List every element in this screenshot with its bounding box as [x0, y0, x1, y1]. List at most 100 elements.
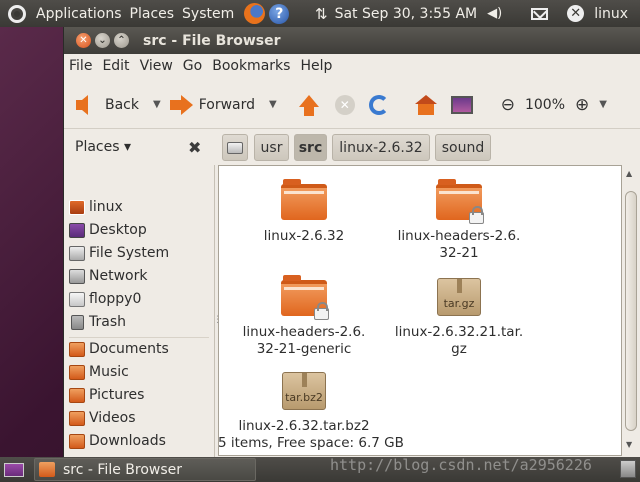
menu-view[interactable]: View [135, 58, 178, 74]
file-name: linux-headers-2.6. [242, 324, 366, 340]
videos-folder-icon [69, 410, 85, 426]
zoom-out-icon[interactable]: ⊖ [501, 95, 515, 115]
volume-icon[interactable]: ◀) [487, 6, 502, 21]
network-icon [69, 268, 85, 284]
folder-icon [281, 275, 329, 320]
window-maximize-button[interactable]: ⌃ [114, 33, 129, 48]
taskbar-window-button[interactable]: src - File Browser [34, 458, 256, 481]
mail-icon[interactable] [531, 7, 549, 20]
vertical-scrollbar[interactable]: ▲ ▼ [623, 165, 639, 457]
filesystem-icon [69, 245, 85, 261]
sidebar-item-label: Network [89, 268, 148, 284]
file-name: linux-2.6.32.21.tar. [394, 324, 524, 340]
file-item-linux-headers-2.6.32-21-generic[interactable]: linux-headers-2.6. 32-21-generic [229, 275, 379, 358]
window-titlebar[interactable]: ✕ ⌄ ⌃ src - File Browser [64, 27, 640, 54]
breadcrumb-sound[interactable]: sound [435, 134, 491, 161]
sidebar-item-pictures[interactable]: Pictures [69, 385, 144, 405]
file-item-linux-2.6.32[interactable]: linux-2.6.32 [229, 179, 379, 245]
file-browser-window: ✕ ⌄ ⌃ src - File Browser File Edit View … [63, 27, 640, 457]
file-item-linux-headers-2.6.32-21[interactable]: linux-headers-2.6. 32-21 [384, 179, 534, 262]
system-menu[interactable]: System [178, 6, 238, 22]
window-close-button[interactable]: ✕ [76, 33, 91, 48]
watermark: http://blog.csdn.net/a2956226 [330, 456, 592, 474]
ubuntu-logo-icon[interactable] [8, 4, 26, 23]
menu-go[interactable]: Go [178, 58, 207, 74]
up-arrow-icon[interactable] [298, 94, 319, 116]
home-icon[interactable] [414, 94, 437, 115]
back-label: Back [105, 96, 139, 113]
breadcrumb-src[interactable]: src [294, 134, 327, 161]
home-folder-icon [69, 199, 85, 215]
firefox-icon[interactable] [244, 3, 266, 24]
scroll-down-icon[interactable]: ▼ [626, 440, 632, 449]
sidebar-item-linux[interactable]: linux [69, 197, 123, 217]
sidebar-item-label: Desktop [89, 222, 147, 238]
menu-bookmarks[interactable]: Bookmarks [207, 58, 295, 74]
zoom-dropdown-icon[interactable]: ▼ [599, 99, 607, 110]
file-icon-view[interactable]: linux-2.6.32 linux-headers-2.6. 32-21 li… [218, 165, 622, 456]
menu-help[interactable]: Help [295, 58, 337, 74]
folder-icon [281, 179, 327, 220]
close-sidebar-icon[interactable]: ✖ [188, 138, 201, 157]
breadcrumb-root-drive[interactable] [222, 134, 248, 161]
sidebar-item-documents[interactable]: Documents [69, 339, 169, 359]
status-bar: 5 items, Free space: 6.7 GB [218, 435, 404, 451]
sidebar-divider [69, 337, 209, 338]
sidebar-item-floppy0[interactable]: floppy0 [69, 289, 141, 309]
sidebar-item-label: Downloads [89, 433, 166, 449]
sidebar-item-network[interactable]: Network [69, 266, 147, 286]
sidebar-item-music[interactable]: Music [69, 362, 129, 382]
lock-icon [469, 206, 484, 224]
sidebar-item-videos[interactable]: Videos [69, 408, 136, 428]
menu-file[interactable]: File [64, 58, 97, 74]
scroll-up-icon[interactable]: ▲ [626, 169, 632, 178]
sidebar-item-file-system[interactable]: File System [69, 243, 169, 263]
scrollbar-thumb[interactable] [625, 191, 637, 431]
taskbar-window-title: src - File Browser [63, 461, 182, 478]
reload-icon[interactable] [368, 94, 389, 115]
power-icon[interactable]: ✕ [567, 5, 585, 22]
back-button[interactable]: Back [64, 94, 139, 115]
zoom-level[interactable]: 100% [525, 97, 565, 113]
computer-icon[interactable] [450, 95, 473, 114]
show-desktop-icon[interactable] [4, 462, 24, 477]
sidebar-item-trash[interactable]: Trash [69, 312, 126, 332]
sidebar-places-selector[interactable]: Places ▾ [75, 139, 131, 155]
music-folder-icon [69, 364, 85, 380]
file-browser-icon [39, 462, 55, 477]
help-icon[interactable]: ? [269, 3, 290, 24]
clock[interactable]: Sat Sep 30, 3:55 AM [335, 6, 478, 22]
panel-indicators: ⇅ Sat Sep 30, 3:55 AM ◀) ✕ linux [310, 0, 640, 27]
location-bar: Places ▾ ✖ usr src linux-2.6.32 sound [64, 131, 640, 165]
stop-icon[interactable]: ✕ [334, 94, 355, 115]
forward-button[interactable]: Forward [161, 94, 255, 115]
applications-menu[interactable]: Applications [32, 6, 126, 22]
menu-edit[interactable]: Edit [97, 58, 134, 74]
trash-applet-icon[interactable] [620, 460, 636, 478]
user-name[interactable]: linux [594, 6, 628, 22]
file-item-linux-2.6.32.tar.bz2[interactable]: tar.bz2 linux-2.6.32.tar.bz2 [229, 372, 379, 435]
places-sidebar: linux Desktop File System Network floppy… [65, 165, 214, 457]
archive-icon: tar.bz2 [282, 372, 326, 410]
documents-folder-icon [69, 341, 85, 357]
sidebar-item-label: Videos [89, 410, 136, 426]
lock-icon [314, 302, 329, 320]
back-history-dropdown-icon[interactable]: ▼ [153, 99, 161, 110]
sidebar-item-label: linux [89, 199, 123, 215]
forward-history-dropdown-icon[interactable]: ▼ [269, 99, 277, 110]
drive-icon [227, 141, 243, 154]
breadcrumb-usr[interactable]: usr [254, 134, 289, 161]
breadcrumb-linux-2.6.32[interactable]: linux-2.6.32 [332, 134, 430, 161]
sidebar-border [214, 165, 215, 457]
sidebar-item-downloads[interactable]: Downloads [69, 431, 166, 451]
zoom-in-icon[interactable]: ⊕ [575, 95, 589, 115]
back-arrow-icon [76, 94, 88, 115]
menu-bar: File Edit View Go Bookmarks Help [64, 54, 640, 78]
sidebar-item-label: Trash [89, 314, 126, 330]
network-icon[interactable]: ⇅ [315, 5, 327, 23]
window-minimize-button[interactable]: ⌄ [95, 33, 110, 48]
places-menu[interactable]: Places [126, 6, 179, 22]
sidebar-item-label: floppy0 [89, 291, 142, 307]
file-item-linux-2.6.32.21.tar.gz[interactable]: tar.gz linux-2.6.32.21.tar. gz [384, 278, 534, 358]
sidebar-item-desktop[interactable]: Desktop [69, 220, 147, 240]
